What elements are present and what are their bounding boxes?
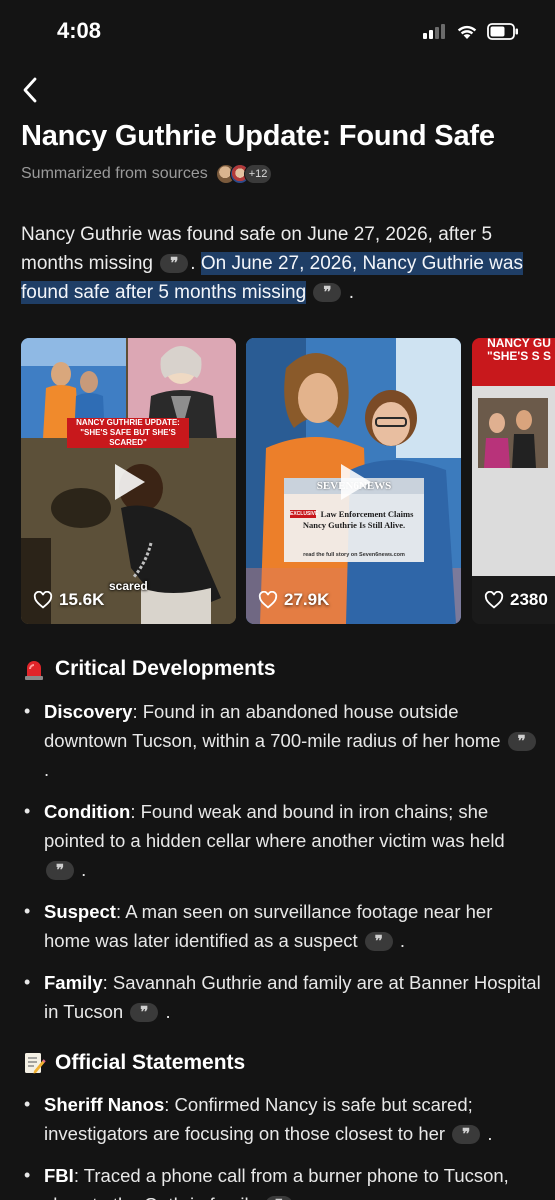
- status-icons: [423, 22, 519, 45]
- item-text: : Traced a phone call from a burner phon…: [44, 1165, 509, 1200]
- citation-quote-icon[interactable]: ❞: [160, 254, 189, 273]
- item-text: : Savannah Guthrie and family are at Ban…: [44, 972, 541, 1022]
- status-bar: 4:08: [0, 0, 555, 62]
- wifi-icon: [455, 22, 479, 45]
- citation-quote-icon[interactable]: ❞: [313, 283, 342, 302]
- list-item: Condition: Found weak and bound in iron …: [21, 797, 541, 884]
- list-item: Suspect: A man seen on surveillance foot…: [21, 897, 541, 955]
- status-time: 4:08: [57, 18, 102, 43]
- page-title: Nancy Guthrie Update: Found Safe: [21, 120, 495, 152]
- likes-value: 27.9K: [284, 590, 330, 609]
- citation-quote-icon[interactable]: ❞: [130, 1003, 159, 1022]
- video-card[interactable]: NANCY GU "SHE'S S S 2380: [472, 338, 555, 624]
- card-banner-text: NANCY GU "SHE'S S S: [487, 338, 551, 363]
- chevron-left-icon: [23, 77, 37, 103]
- summary-paragraph: Nancy Guthrie was found safe on June 27,…: [21, 220, 541, 307]
- card-headline: Law Enforcement Claims Nancy Guthrie Is …: [302, 509, 414, 530]
- likes-count: 27.9K: [258, 590, 329, 610]
- citation-quote-icon[interactable]: ❞: [46, 861, 74, 880]
- item-key: Sheriff Nanos: [44, 1094, 165, 1115]
- video-caption: scared: [109, 579, 148, 593]
- sources-row[interactable]: Summarized from sources +12: [21, 164, 273, 184]
- item-key: Family: [44, 972, 103, 993]
- sources-more-count: +12: [243, 164, 273, 184]
- source-avatars[interactable]: +12: [215, 164, 273, 184]
- citation-quote-icon[interactable]: ❞: [265, 1196, 294, 1200]
- list-item: Sheriff Nanos: Confirmed Nancy is safe b…: [21, 1090, 541, 1148]
- list-item: FBI: Traced a phone call from a burner p…: [21, 1161, 541, 1200]
- item-key: Suspect: [44, 901, 116, 922]
- citation-quote-icon[interactable]: ❞: [507, 732, 536, 751]
- memo-icon: [21, 1050, 47, 1076]
- likes-count: 15.6K: [33, 590, 104, 610]
- media-carousel[interactable]: NANCY GUTHRIE UPDATE: "SHE'S SAFE BUT SH…: [21, 338, 555, 624]
- card-banner-text: NANCY GUTHRIE UPDATE: "SHE'S SAFE BUT SH…: [76, 418, 180, 447]
- list-item: Family: Savannah Guthrie and family are …: [21, 968, 541, 1026]
- card-footer: read the full story on Seven6news.com: [303, 552, 405, 558]
- section-title: Critical Developments: [55, 657, 276, 680]
- sources-label: Summarized from sources: [21, 165, 208, 182]
- video-card[interactable]: NANCY GUTHRIE UPDATE: "SHE'S SAFE BUT SH…: [21, 338, 236, 624]
- section-heading-official: Official Statements: [21, 1050, 245, 1076]
- critical-list: Discovery: Found in an abandoned house o…: [21, 697, 541, 1039]
- video-card[interactable]: SEVEN6NEWS EXCLUSIVE Law Enforcement Cla…: [246, 338, 461, 624]
- summary-separator: .: [190, 253, 201, 274]
- citation-quote-icon[interactable]: ❞: [364, 932, 393, 951]
- play-icon: [341, 464, 371, 500]
- siren-icon: [21, 656, 47, 682]
- heart-icon: [484, 591, 504, 609]
- cellular-signal-icon: [423, 23, 447, 44]
- section-heading-critical: Critical Developments: [21, 656, 276, 682]
- list-item: Discovery: Found in an abandoned house o…: [21, 697, 541, 784]
- heart-icon: [258, 591, 278, 609]
- likes-value: 2380: [510, 590, 548, 609]
- back-button[interactable]: [16, 74, 44, 106]
- video-thumbnail-image: [472, 338, 555, 624]
- summary-end: .: [348, 282, 354, 303]
- play-icon: [115, 464, 145, 500]
- item-key: Discovery: [44, 701, 133, 722]
- citation-quote-icon[interactable]: ❞: [452, 1125, 481, 1144]
- heart-icon: [33, 591, 53, 609]
- section-title: Official Statements: [55, 1051, 246, 1074]
- battery-icon: [487, 22, 519, 45]
- item-key: Condition: [44, 801, 131, 822]
- official-list: Sheriff Nanos: Confirmed Nancy is safe b…: [21, 1090, 541, 1200]
- likes-count: 2380: [484, 590, 548, 610]
- item-key: FBI: [44, 1165, 74, 1186]
- likes-value: 15.6K: [59, 590, 105, 609]
